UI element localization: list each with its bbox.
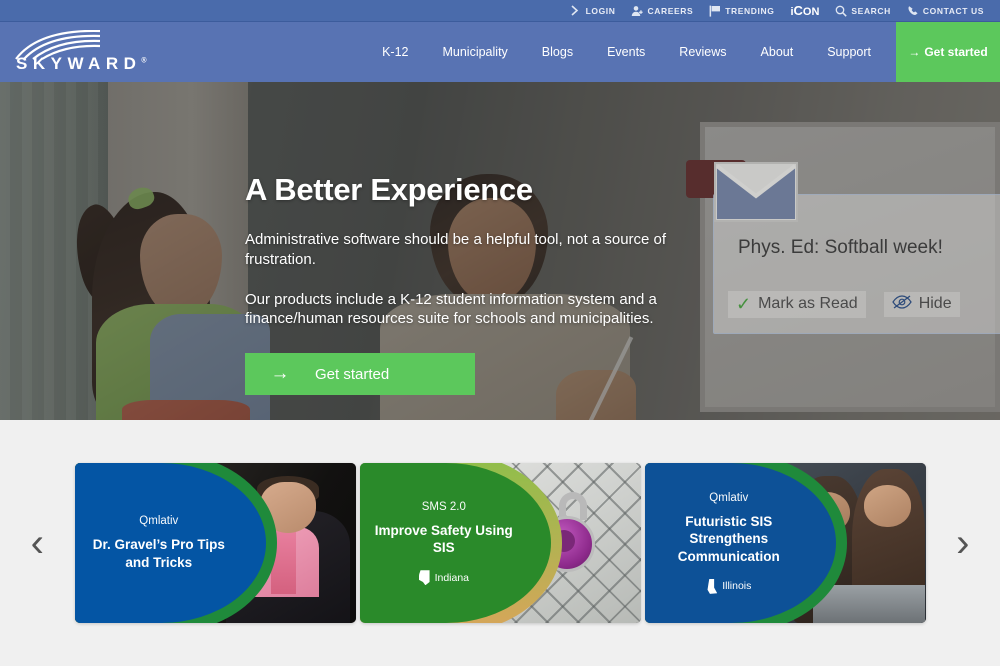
hero-cta-arrow-icon: → (270, 363, 290, 385)
user-icon (631, 5, 644, 17)
main-header: SKYWARD® K-12 Municipality Blogs Events … (0, 22, 1000, 82)
header-get-started-button[interactable]: → Get started (896, 22, 1000, 82)
nav-item-events[interactable]: Events (590, 22, 662, 82)
card-state-label: Indiana (434, 571, 470, 584)
card-state-badge: Illinois (706, 578, 752, 594)
search-icon (835, 5, 848, 17)
carousel-card[interactable]: Qmlativ Dr. Gravel’s Pro Tips and Tricks (74, 463, 356, 623)
phone-icon (907, 5, 919, 17)
hide-label: Hide (918, 295, 952, 312)
topbar-label-contact-us: CONTACT US (922, 5, 984, 16)
nav-item-support[interactable]: Support (810, 22, 888, 82)
card-kicker: Qmlativ (139, 515, 179, 528)
carousel-card-list: Qmlativ Dr. Gravel’s Pro Tips and Tricks… (74, 463, 926, 623)
topbar-label-careers: CAREERS (647, 5, 694, 16)
carousel-card[interactable]: Qmlativ Futuristic SIS Strengthens Commu… (644, 463, 926, 623)
mark-as-read-button[interactable]: ✓ Mark as Read (728, 290, 866, 318)
eye-slash-icon (891, 294, 912, 314)
envelope-icon (714, 162, 798, 222)
mark-as-read-label: Mark as Read (758, 295, 858, 312)
header-cta-label: Get started (924, 45, 988, 59)
topbar-label-login: LOGIN (585, 5, 616, 16)
topbar-label-trending: TRENDING (725, 5, 775, 16)
carousel-next-button[interactable]: › (926, 521, 1000, 566)
check-icon: ✓ (736, 293, 752, 314)
hide-button[interactable]: Hide (883, 291, 960, 317)
topbar-label-search: SEARCH (851, 5, 891, 16)
card-kicker: Qmlativ (709, 492, 749, 505)
topbar-item-search[interactable]: SEARCH (827, 0, 899, 22)
nav-item-about[interactable]: About (744, 22, 811, 82)
notification-title: Phys. Ed: Softball week! (738, 237, 943, 258)
utility-topbar: LOGIN CAREERS TRENDING iCON SEARCH CONTA… (0, 0, 1000, 22)
hero-title: A Better Experience (245, 172, 533, 207)
topbar-item-login[interactable]: LOGIN (562, 0, 624, 22)
carousel-card[interactable]: SMS 2.0 Improve Safety Using SIS Indiana (359, 463, 641, 623)
hero-get-started-button[interactable]: → Get started (245, 353, 475, 396)
logo-wordmark: SKYWARD® (16, 54, 147, 74)
topbar-item-careers[interactable]: CAREERS (623, 0, 701, 22)
notification-card: Phys. Ed: Softball week! ✓ Mark as Read … (713, 162, 1000, 334)
carousel-section: ‹ Qmlativ Dr. Gravel’s Pro Tips and Tric… (0, 420, 1000, 666)
card-text: Qmlativ Dr. Gravel’s Pro Tips and Tricks (75, 463, 244, 623)
illinois-state-icon (707, 578, 718, 594)
nav-item-blogs[interactable]: Blogs (525, 22, 590, 82)
header-cta-arrow-icon: → (908, 45, 921, 59)
hero-paragraph-1: Administrative software should be a help… (245, 231, 667, 268)
chevron-right-icon (570, 5, 582, 17)
card-state-label: Illinois (722, 580, 752, 593)
nav-item-municipality[interactable]: Municipality (425, 22, 524, 82)
hero-content: A Better Experience Administrative softw… (245, 82, 745, 396)
topbar-item-icon[interactable]: iCON (782, 0, 827, 22)
card-title: Futuristic SIS Strengthens Communication (677, 514, 780, 564)
primary-nav: K-12 Municipality Blogs Events Reviews A… (200, 22, 896, 82)
topbar-item-contact-us[interactable]: CONTACT US (899, 0, 992, 22)
nav-item-reviews[interactable]: Reviews (662, 22, 743, 82)
hero-paragraph-2: Our products include a K-12 student info… (245, 290, 657, 328)
topbar-item-trending[interactable]: TRENDING (701, 0, 782, 22)
card-text: Qmlativ Futuristic SIS Strengthens Commu… (645, 463, 814, 623)
icon-logo: iCON (790, 3, 820, 18)
card-kicker: SMS 2.0 (421, 500, 466, 513)
hero-section: A Better Experience Administrative softw… (0, 82, 1000, 420)
card-state-badge: Indiana (418, 570, 470, 586)
notification-actions: ✓ Mark as Read Hide (728, 287, 990, 321)
logo-container[interactable]: SKYWARD® (0, 22, 200, 82)
indiana-state-icon (418, 570, 430, 586)
logo-registered-mark: ® (141, 57, 147, 65)
skyward-logo[interactable]: SKYWARD® (14, 28, 164, 76)
nav-item-k-12[interactable]: K-12 (365, 22, 425, 82)
logo-wordmark-text: SKYWARD (16, 54, 142, 73)
flag-icon (709, 5, 721, 17)
card-text: SMS 2.0 Improve Safety Using SIS Indiana (360, 463, 529, 623)
hero-cta-label: Get started (315, 365, 390, 383)
carousel-prev-button[interactable]: ‹ (0, 521, 75, 566)
card-title: Dr. Gravel’s Pro Tips and Tricks (92, 537, 225, 570)
card-title: Improve Safety Using SIS (374, 522, 513, 555)
